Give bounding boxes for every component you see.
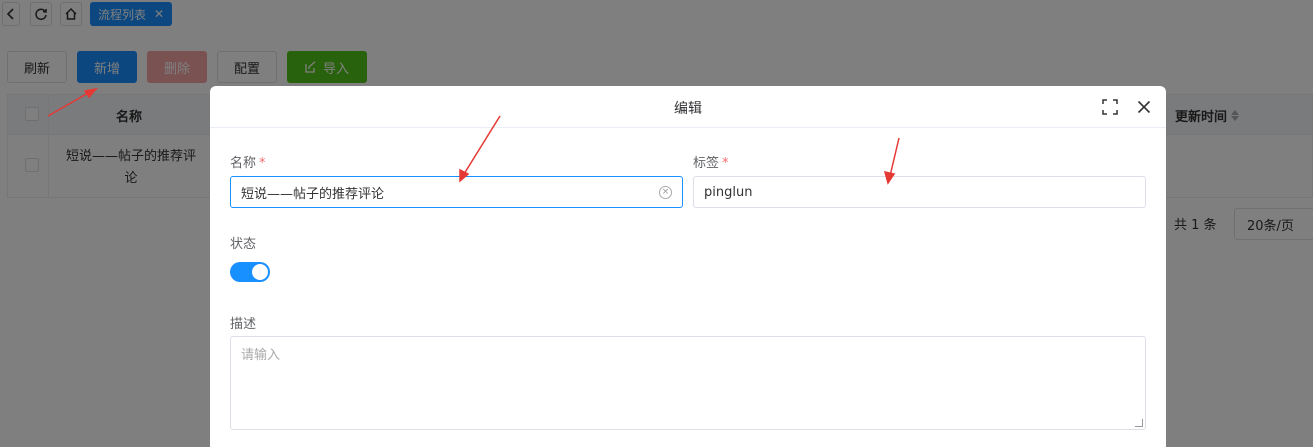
name-input-value: 短说——帖子的推荐评论 bbox=[241, 186, 385, 202]
toggle-knob bbox=[252, 264, 268, 280]
fullscreen-icon[interactable] bbox=[1101, 98, 1119, 116]
status-toggle[interactable] bbox=[230, 262, 270, 282]
clear-icon[interactable]: × bbox=[659, 186, 672, 199]
tag-input-value: pinglun bbox=[704, 184, 753, 200]
name-input[interactable]: 短说——帖子的推荐评论 × bbox=[230, 176, 683, 208]
tag-field-label: 标签 * bbox=[693, 152, 729, 171]
name-label-text: 名称 bbox=[230, 156, 257, 171]
resize-handle[interactable] bbox=[1135, 419, 1143, 427]
dialog-title: 编辑 bbox=[674, 101, 702, 117]
status-field-label: 状态 bbox=[230, 237, 257, 252]
required-mark: * bbox=[722, 156, 729, 171]
close-icon[interactable] bbox=[1135, 98, 1153, 116]
edit-dialog: 编辑 名称 * 短说——帖子的推荐评论 × 标签 * pinglun 状态 描述 请… bbox=[210, 86, 1166, 447]
tag-label-text: 标签 bbox=[693, 156, 720, 171]
description-field-label: 描述 bbox=[230, 317, 257, 332]
dialog-header: 编辑 bbox=[210, 86, 1166, 128]
description-placeholder: 请输入 bbox=[241, 348, 281, 363]
name-field-label: 名称 * bbox=[230, 152, 266, 171]
tag-input[interactable]: pinglun bbox=[693, 176, 1146, 208]
required-mark: * bbox=[259, 156, 266, 171]
description-textarea[interactable]: 请输入 bbox=[230, 336, 1146, 430]
